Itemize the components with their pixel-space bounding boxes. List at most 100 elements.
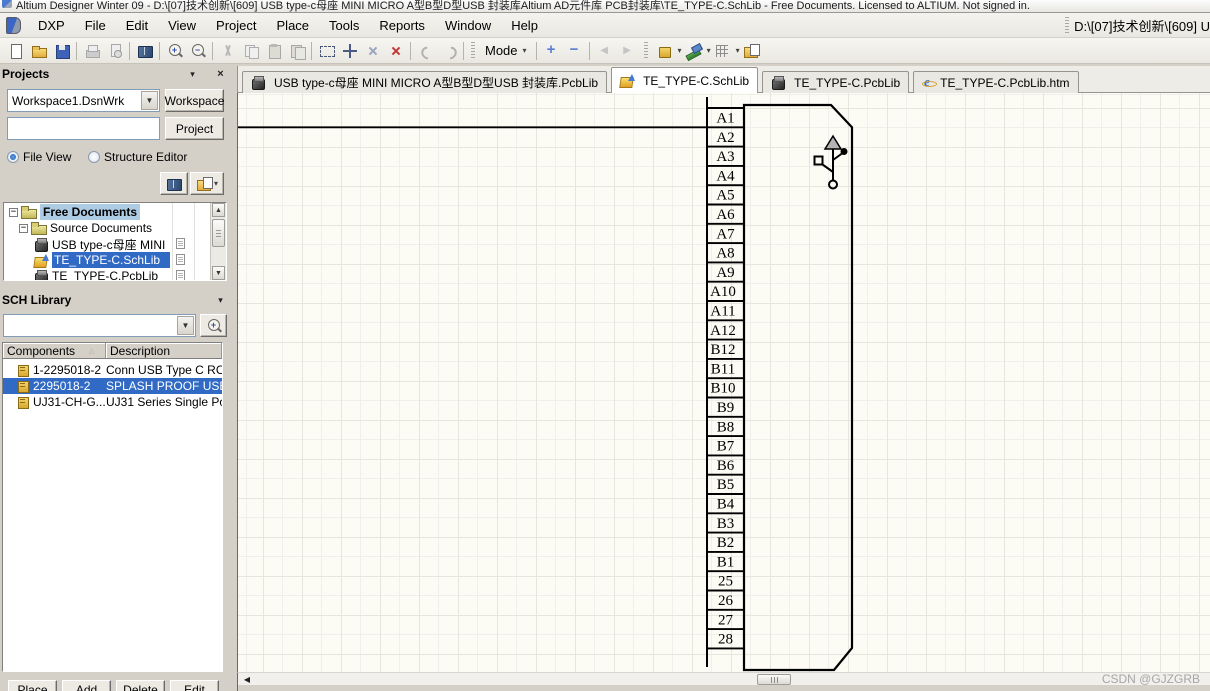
new-button[interactable] xyxy=(4,40,27,62)
toolbar-grip[interactable] xyxy=(471,42,475,59)
pin-label[interactable]: A6 xyxy=(716,207,735,223)
panel-close-icon[interactable]: × xyxy=(214,68,227,80)
tree-label[interactable]: TE_TYPE-C.PcbLib xyxy=(52,269,158,280)
components-list[interactable]: Components △ Description 1-2295018-2 Con… xyxy=(2,342,223,672)
schematic-canvas[interactable]: A1 A2 A3 A4 A5 A6 A7 A8 A9 A10 A11 A12 B… xyxy=(237,93,1210,672)
edit-button[interactable]: Edit xyxy=(170,680,219,691)
scroll-down-button[interactable]: ▼ xyxy=(212,266,225,280)
select-area-button[interactable] xyxy=(315,40,338,62)
scrollbar-thumb[interactable] xyxy=(212,219,225,247)
zoom-in-button[interactable] xyxy=(163,40,186,62)
radio-selected-icon[interactable] xyxy=(7,151,19,163)
component-filter-combo[interactable]: ▼ xyxy=(3,314,196,337)
project-sort-button[interactable] xyxy=(160,172,188,195)
open-document-button[interactable]: ▾ xyxy=(190,172,224,195)
menu-edit[interactable]: Edit xyxy=(116,15,158,36)
component-row[interactable]: 1-2295018-2 Conn USB Type C RC... xyxy=(3,362,222,378)
tree-row-free-documents[interactable]: Free Documents xyxy=(4,204,209,220)
window-titlebar[interactable]: Altium Designer Winter 09 - D:\[07]技术创新\… xyxy=(0,0,1210,13)
scroll-up-button[interactable]: ▲ xyxy=(212,203,225,217)
chevron-down-icon[interactable]: ▼ xyxy=(177,316,194,335)
horizontal-scrollbar[interactable]: ◀ CSDN @GJZGRB xyxy=(237,672,1210,686)
pin-label[interactable]: A5 xyxy=(716,188,734,204)
delete-button[interactable]: Delete xyxy=(116,680,165,691)
radio-unselected-icon[interactable] xyxy=(88,151,100,163)
tree-label[interactable]: Free Documents xyxy=(40,204,141,220)
structure-editor-radio[interactable]: Structure Editor xyxy=(88,150,187,164)
tab-te-typec-schlib[interactable]: TE_TYPE-C.SchLib xyxy=(611,67,759,93)
scrollbar-thumb[interactable] xyxy=(757,674,791,685)
pin-label[interactable]: B5 xyxy=(717,477,735,493)
menu-dxp[interactable]: DXP xyxy=(28,15,75,36)
dxp-logo-icon[interactable] xyxy=(6,16,21,34)
column-components[interactable]: Components △ xyxy=(3,343,106,358)
pin-label[interactable]: 28 xyxy=(718,632,733,648)
menu-tools[interactable]: Tools xyxy=(319,15,369,36)
tab-usb-typec-pcblib[interactable]: USB type-c母座 MINI MICRO A型B型D型USB 封装库.Pc… xyxy=(242,71,608,93)
menu-file[interactable]: File xyxy=(75,15,116,36)
deselect-all-button[interactable] xyxy=(361,40,384,62)
library-search-button[interactable] xyxy=(200,314,227,337)
menu-help[interactable]: Help xyxy=(501,15,548,36)
pin-label[interactable]: A1 xyxy=(716,111,734,127)
pin-label[interactable]: A11 xyxy=(710,304,735,320)
tree-row-source-documents[interactable]: Source Documents xyxy=(4,220,209,236)
pin-label[interactable]: B3 xyxy=(717,516,735,532)
pin-label[interactable]: B12 xyxy=(710,342,735,358)
tree-label[interactable]: Source Documents xyxy=(50,221,152,235)
chevron-down-icon[interactable]: ▾ xyxy=(214,179,218,188)
pin-label[interactable]: B1 xyxy=(717,554,735,570)
address-toolbar[interactable]: D:\[07]技术创新\[609] U xyxy=(1065,16,1210,35)
menu-place[interactable]: Place xyxy=(267,15,320,36)
move-selection-button[interactable] xyxy=(338,40,361,62)
save-button[interactable] xyxy=(50,40,73,62)
browse-library-button[interactable] xyxy=(133,40,156,62)
column-description[interactable]: Description xyxy=(106,343,222,358)
pin-label[interactable]: 27 xyxy=(718,612,734,628)
document-options-button[interactable] xyxy=(740,40,763,62)
toolbar-grip[interactable] xyxy=(643,42,648,59)
pin-label[interactable]: B6 xyxy=(717,458,735,474)
pin-label[interactable]: A3 xyxy=(716,149,734,165)
pin-label[interactable]: 25 xyxy=(718,574,733,590)
component-body-outline[interactable] xyxy=(742,103,854,672)
place-component-button[interactable] xyxy=(653,40,676,62)
file-view-radio[interactable]: File View xyxy=(7,150,71,164)
component-row[interactable]: UJ31-CH-G... UJ31 Series Single Por... xyxy=(3,394,222,410)
pin-label[interactable]: A2 xyxy=(716,130,734,146)
pin-label[interactable]: A4 xyxy=(716,168,735,184)
pin-label[interactable]: B10 xyxy=(710,381,735,397)
collapse-icon[interactable] xyxy=(9,207,18,217)
pin-label[interactable]: A9 xyxy=(716,265,734,281)
pin-label[interactable]: 26 xyxy=(718,593,734,609)
collapse-icon[interactable] xyxy=(19,223,28,233)
tab-te-typec-pcblib[interactable]: TE_TYPE-C.PcbLib xyxy=(762,71,910,93)
pin-label[interactable]: B4 xyxy=(717,497,735,513)
panel-menu-chevron-icon[interactable]: ▾ xyxy=(186,68,199,80)
chevron-down-icon[interactable]: ▼ xyxy=(141,91,158,110)
component-row-selected[interactable]: 2295018-2 SPLASH PROOF USB... xyxy=(3,378,222,394)
add-button[interactable]: Add xyxy=(62,680,111,691)
workspace-combo[interactable]: Workspace1.DsnWrk ▼ xyxy=(7,89,160,112)
plus-button[interactable] xyxy=(540,40,563,62)
scroll-left-button[interactable]: ◀ xyxy=(240,674,254,685)
pin-label[interactable]: A8 xyxy=(716,246,734,262)
zoom-out-button[interactable] xyxy=(186,40,209,62)
mode-dropdown[interactable]: Mode ▾ xyxy=(479,40,533,62)
tree-label[interactable]: TE_TYPE-C.SchLib xyxy=(52,252,170,268)
tab-te-typec-pcblib-htm[interactable]: TE_TYPE-C.PcbLib.htm xyxy=(913,71,1079,93)
tree-vertical-scrollbar[interactable]: ▲ ▼ xyxy=(210,203,226,280)
pin-label[interactable]: A12 xyxy=(710,323,736,339)
pin-label[interactable]: B8 xyxy=(717,419,735,435)
drawing-tools-button[interactable] xyxy=(682,40,705,62)
menu-reports[interactable]: Reports xyxy=(369,15,435,36)
workspace-button[interactable]: Workspace xyxy=(165,89,224,112)
pin-label[interactable]: B7 xyxy=(717,439,735,455)
pin-label[interactable]: B2 xyxy=(717,535,735,551)
minus-button[interactable] xyxy=(563,40,586,62)
grid-settings-button[interactable] xyxy=(711,40,734,62)
pin-label[interactable]: A10 xyxy=(710,284,736,300)
menu-view[interactable]: View xyxy=(158,15,206,36)
pin-label[interactable]: B11 xyxy=(711,361,735,377)
pin-label[interactable]: B9 xyxy=(717,400,735,416)
